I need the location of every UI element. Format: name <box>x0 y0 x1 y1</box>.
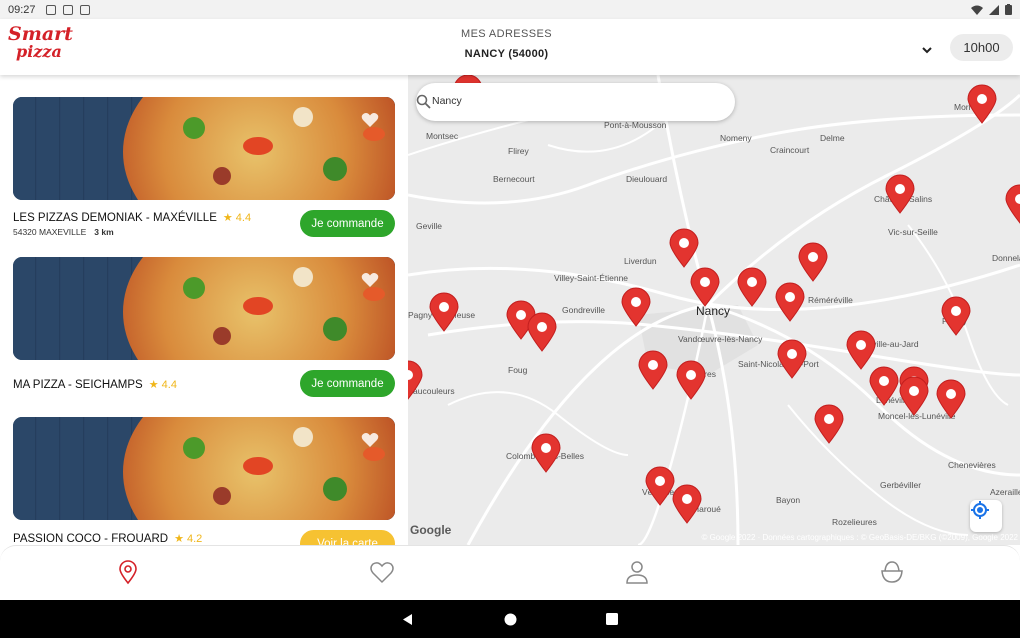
map-place-label: Liverdun <box>624 256 657 266</box>
restaurant-image[interactable] <box>13 97 395 200</box>
restaurant-name-row: PASSION COCO - FROUARD ★ 4.2 <box>13 532 202 545</box>
restaurant-distance: 3 km <box>94 227 114 237</box>
rating-value: 4.4 <box>161 379 177 391</box>
map-place-label: Bayon <box>776 495 800 505</box>
sync-icon <box>79 4 90 15</box>
restaurant-address-row: 54320 MAXEVILLE 3 km <box>13 227 114 237</box>
basket-icon[interactable] <box>878 558 906 586</box>
rating-value: 4.4 <box>235 212 252 224</box>
favorite-heart-icon[interactable] <box>361 432 379 448</box>
map-place-label: Delme <box>820 133 845 143</box>
view-menu-button[interactable]: Voir la carte <box>300 530 395 545</box>
map-place-label: Geville <box>416 221 442 231</box>
map-search-input[interactable]: Nancy <box>432 95 462 107</box>
notification-icon <box>45 4 56 15</box>
sd-card-icon <box>62 4 73 15</box>
map-place-label: Flirey <box>508 146 530 156</box>
restaurant-address: 54320 MAXEVILLE <box>13 227 87 237</box>
map-place-label: Craincourt <box>770 145 810 155</box>
rating: ★ 4.2 <box>174 533 203 545</box>
map-place-label: Gerbéviller <box>880 480 921 490</box>
restaurant-image[interactable] <box>13 417 395 520</box>
app-header: Smart pizza MES ADRESSES NANCY (54000) 1… <box>0 19 1020 75</box>
favorite-heart-icon[interactable] <box>361 112 379 128</box>
rating: ★ 4.4 <box>222 212 252 224</box>
order-button[interactable]: Je commande <box>300 370 395 397</box>
map-place-label: Azerailles <box>990 487 1020 497</box>
favorite-heart-icon[interactable] <box>361 272 379 288</box>
map-canvas[interactable]: Pont-à-Mousson Montsec Flirey Nomeny Delme Mo… <box>408 75 1020 545</box>
map-place-label: Nomeny <box>720 133 752 143</box>
crosshair-icon <box>971 501 989 519</box>
rating: ★ 4.4 <box>148 379 177 391</box>
delivery-time-chip[interactable]: 10h00 <box>950 34 1013 61</box>
map-place-label: Réméréville <box>808 295 853 305</box>
map-view[interactable]: Pont-à-Mousson Montsec Flirey Nomeny Delme Mo… <box>408 75 1020 545</box>
map-place-label: Nancy <box>696 304 730 318</box>
rating-value: 4.2 <box>186 533 203 545</box>
recents-button[interactable] <box>597 600 627 638</box>
map-place-label: Montsec <box>426 131 459 141</box>
restaurant-name: PASSION COCO - FROUARD <box>13 533 169 545</box>
address-label: MES ADRESSES <box>461 28 552 40</box>
restaurant-name: LES PIZZAS DEMONIAK - MAXÉVILLE <box>13 212 217 224</box>
map-place-label: Rozelieures <box>832 517 877 527</box>
my-location-button[interactable] <box>970 500 1002 532</box>
recents-square-icon <box>606 613 618 625</box>
status-bar: 09:27 <box>0 0 1020 19</box>
map-place-label: Saint-Nicolas-de-Port <box>738 359 819 369</box>
chevron-down-icon[interactable] <box>920 43 934 57</box>
signal-icon <box>989 4 999 15</box>
restaurant-image[interactable] <box>13 257 395 360</box>
map-place-label: Foug <box>508 365 528 375</box>
map-place-label: Bernecourt <box>493 174 535 184</box>
search-icon[interactable] <box>416 94 431 109</box>
wifi-icon <box>971 5 983 15</box>
battery-icon <box>1005 4 1012 15</box>
home-button[interactable] <box>495 600 525 638</box>
map-pin-icon[interactable] <box>114 558 142 586</box>
map-place-label: Vandœuvre-lès-Nancy <box>678 334 763 344</box>
map-place-label: Pont-à-Mousson <box>604 120 667 130</box>
restaurant-list[interactable]: LES PIZZAS DEMONIAK - MAXÉVILLE ★ 4.4 543… <box>0 75 408 545</box>
status-time: 09:27 <box>8 3 36 16</box>
system-navigation-bar <box>0 600 1020 638</box>
heart-icon[interactable] <box>368 558 396 586</box>
map-place-label: Villey-Saint-Étienne <box>554 273 628 283</box>
map-place-label: Donnelay <box>992 253 1020 263</box>
back-button[interactable] <box>392 600 422 638</box>
restaurant-name-row: LES PIZZAS DEMONIAK - MAXÉVILLE ★ 4.4 <box>13 211 251 224</box>
order-button[interactable]: Je commande <box>300 210 395 237</box>
map-place-label: Moncel-lès-Lunéville <box>878 411 956 421</box>
restaurant-name-row: MA PIZZA - SEICHAMPS ★ 4.4 <box>13 378 177 391</box>
map-search-bar[interactable]: Nancy <box>416 83 735 121</box>
back-triangle-icon <box>402 613 412 625</box>
user-icon[interactable] <box>623 558 651 586</box>
map-place-label: Gondreville <box>562 305 605 315</box>
map-place-label: Vic-sur-Seille <box>888 227 938 237</box>
map-attribution[interactable]: © Google 2022 · Données cartographiques … <box>701 533 1018 542</box>
map-place-label: Dieulouard <box>626 174 667 184</box>
home-circle-icon <box>504 613 516 625</box>
address-selector[interactable]: NANCY (54000) <box>0 48 1013 60</box>
google-logo: Google <box>410 523 452 537</box>
map-place-label: Chenevières <box>948 460 996 470</box>
restaurant-name: MA PIZZA - SEICHAMPS <box>13 379 143 391</box>
bottom-navigation <box>0 545 1020 600</box>
